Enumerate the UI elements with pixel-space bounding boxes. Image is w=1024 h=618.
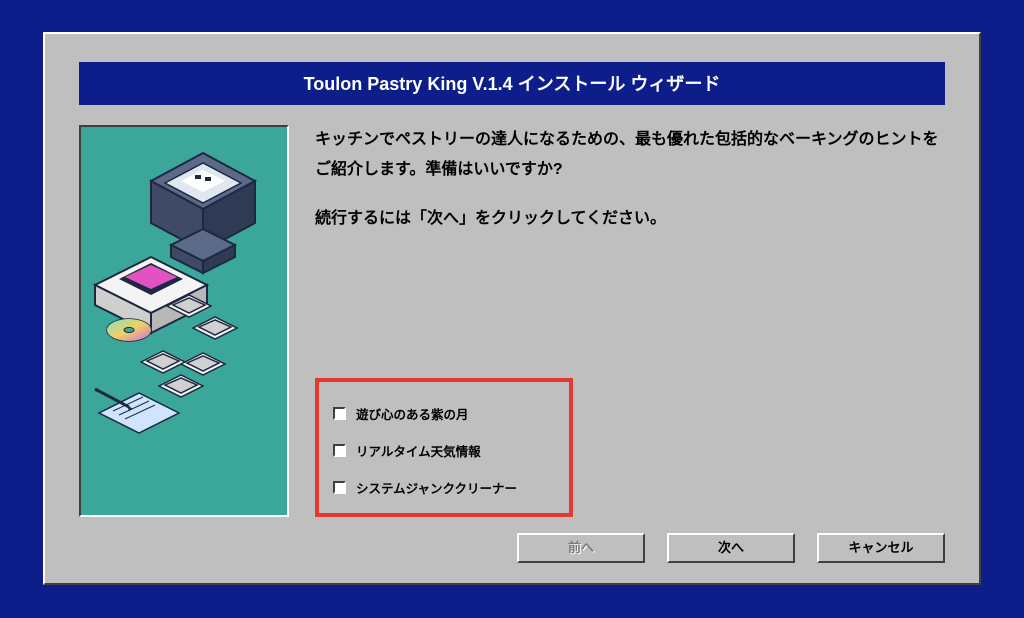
back-button: 前へ [517, 533, 645, 563]
wizard-side-graphic [79, 125, 289, 517]
bundled-offers-group: 遊び心のある紫の月 リアルタイム天気情報 システムジャンククリーナー [315, 378, 573, 517]
offer-label: システムジャンククリーナー [356, 478, 517, 497]
offer-option-1[interactable]: リアルタイム天気情報 [333, 441, 555, 460]
cancel-button[interactable]: キャンセル [817, 533, 945, 563]
checkbox-icon[interactable] [333, 481, 346, 494]
install-wizard-window: Toulon Pastry King V.1.4 インストール ウィザード [43, 32, 981, 585]
next-button[interactable]: 次へ [667, 533, 795, 563]
wizard-button-row: 前へ 次へ キャンセル [517, 533, 945, 563]
intro-line-1: キッチンでペストリーの達人になるための、最も優れた包括的なベーキングのヒントをご… [315, 125, 945, 186]
wizard-body: キッチンでペストリーの達人になるための、最も優れた包括的なベーキングのヒントをご… [69, 125, 955, 517]
desktop-background: Toulon Pastry King V.1.4 インストール ウィザード [0, 0, 1024, 618]
offer-option-2[interactable]: システムジャンククリーナー [333, 478, 555, 497]
checkbox-icon[interactable] [333, 444, 346, 457]
wizard-intro-text: キッチンでペストリーの達人になるための、最も優れた包括的なベーキングのヒントをご… [315, 125, 945, 234]
offer-label: リアルタイム天気情報 [356, 441, 481, 460]
computer-setup-illustration-icon [81, 127, 287, 515]
window-title: Toulon Pastry King V.1.4 インストール ウィザード [79, 62, 945, 105]
offer-label: 遊び心のある紫の月 [356, 404, 469, 423]
intro-line-2: 続行するには「次へ」をクリックしてください。 [315, 204, 945, 234]
offer-option-0[interactable]: 遊び心のある紫の月 [333, 404, 555, 423]
checkbox-icon[interactable] [333, 407, 346, 420]
wizard-main-column: キッチンでペストリーの達人になるための、最も優れた包括的なベーキングのヒントをご… [315, 125, 945, 517]
